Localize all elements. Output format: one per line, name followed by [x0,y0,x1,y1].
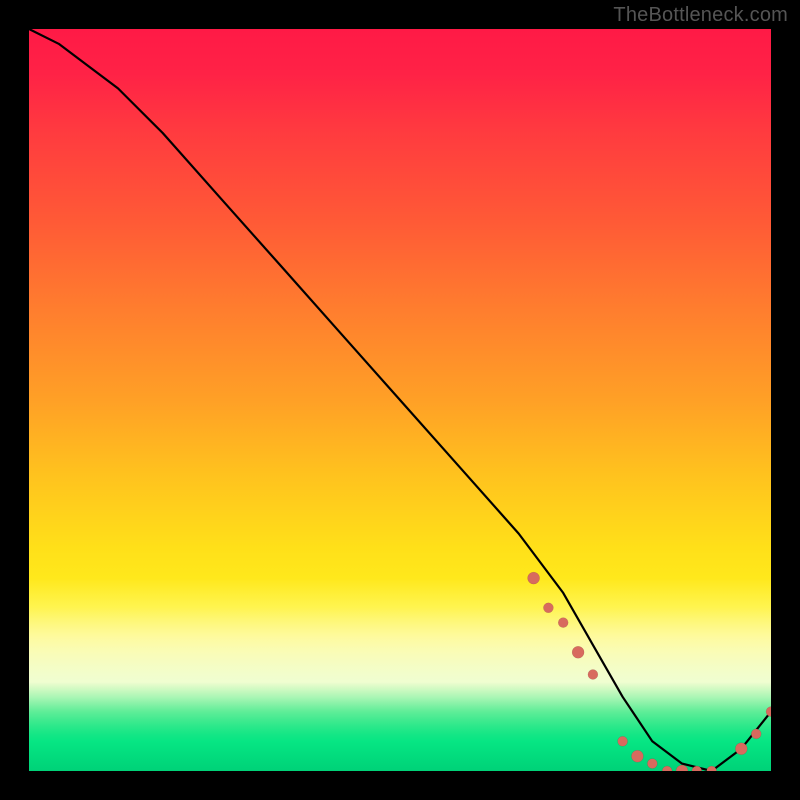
bottleneck-curve [29,29,771,771]
plot-area [29,29,771,771]
data-point [572,646,584,658]
watermark-text: TheBottleneck.com [613,4,788,27]
data-point [588,670,598,680]
data-point [631,750,643,762]
data-point [647,759,657,769]
curve-layer [29,29,771,771]
data-point [676,765,688,771]
data-point [618,736,628,746]
data-point [528,572,540,584]
data-points [528,572,771,771]
data-point [766,707,771,717]
data-point [707,766,717,771]
data-point [543,603,553,613]
data-point [735,743,747,755]
chart-frame: TheBottleneck.com [0,0,800,800]
data-point [558,618,568,628]
data-point [662,766,672,771]
data-point [751,729,761,739]
